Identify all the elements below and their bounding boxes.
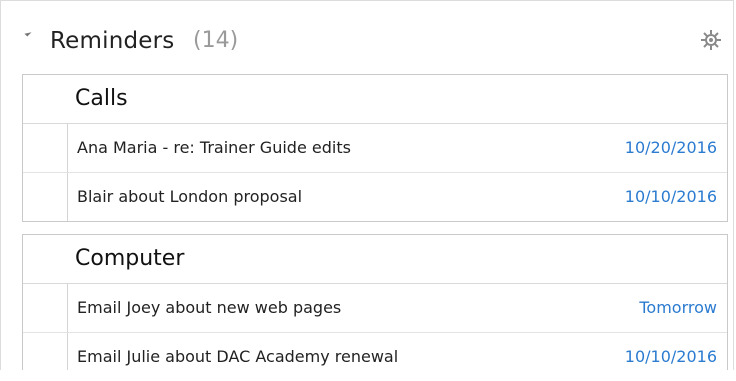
collapse-triangle-icon[interactable] <box>24 29 32 37</box>
reminder-subject: Email Joey about new web pages <box>77 298 342 317</box>
reminder-subject: Blair about London proposal <box>77 187 303 206</box>
gear-icon[interactable] <box>697 26 725 54</box>
group-title: Calls <box>75 86 128 111</box>
panel-title[interactable]: Reminders <box>50 24 174 58</box>
reminder-group-computer: Computer Email Joey about new web pages … <box>22 234 728 370</box>
reminder-item[interactable]: Ana Maria - re: Trainer Guide edits 10/2… <box>23 124 727 173</box>
group-title: Computer <box>75 246 185 271</box>
reminder-due-date[interactable]: 10/10/2016 <box>625 187 717 207</box>
group-header[interactable]: Calls <box>23 75 727 124</box>
reminder-due-date[interactable]: Tomorrow <box>639 298 717 318</box>
reminder-item[interactable]: Email Julie about DAC Academy renewal 10… <box>23 333 727 381</box>
reminder-group-calls: Calls Ana Maria - re: Trainer Guide edit… <box>22 74 728 222</box>
group-header[interactable]: Computer <box>23 235 727 284</box>
reminder-item[interactable]: Blair about London proposal 10/10/2016 <box>23 173 727 221</box>
reminder-item[interactable]: Email Joey about new web pages Tomorrow <box>23 284 727 333</box>
panel-header: Reminders (14) <box>0 0 736 66</box>
reminder-subject: Ana Maria - re: Trainer Guide edits <box>77 138 351 157</box>
reminder-count: (14) <box>193 28 239 53</box>
reminder-due-date[interactable]: 10/20/2016 <box>625 138 717 158</box>
reminder-subject: Email Julie about DAC Academy renewal <box>77 347 399 366</box>
reminder-due-date[interactable]: 10/10/2016 <box>625 347 717 367</box>
